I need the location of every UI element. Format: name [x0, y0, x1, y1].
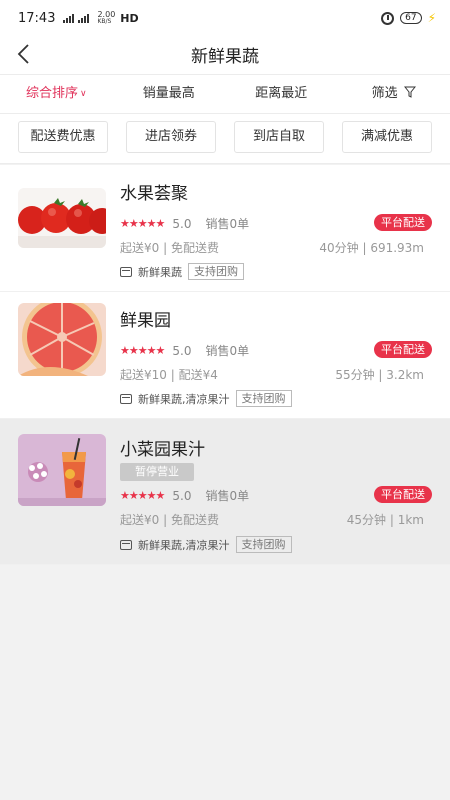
- shop-name: 小菜园果汁: [120, 440, 205, 460]
- delivery-fees: 起送¥0 | 免配送费: [120, 241, 219, 255]
- group-buy-tag: 支持团购: [235, 536, 292, 553]
- delivery-badge: 平台配送: [374, 214, 432, 231]
- delivery-badge: 平台配送: [374, 341, 432, 358]
- chip-self-pickup[interactable]: 到店自取: [234, 121, 324, 153]
- shop-image-grapefruit: [18, 303, 106, 376]
- shop-rating-row: ★ ★ ★ ★ ★ 5.0 销售0单: [120, 487, 249, 504]
- eta-distance: 55分钟 | 3.2km: [335, 368, 424, 382]
- hd-indicator: HD: [120, 11, 139, 25]
- shop-card[interactable]: 鲜果园 ★ ★ ★ ★ ★ 5.0 销售0单 平台配送 起送¥10 | 配送¥4 55分…: [0, 292, 450, 419]
- battery-icon: 67: [400, 12, 422, 24]
- store-icon: [120, 393, 132, 404]
- shop-category: 新鲜果蔬: [138, 265, 182, 279]
- shop-category-row: 新鲜果蔬 支持团购: [120, 263, 244, 280]
- tab-filter[interactable]: 筛选: [338, 75, 450, 113]
- shop-list: 水果荟聚 ★ ★ ★ ★ ★ 5.0 销售0单 平台配送 起送¥0 | 免配送费 40分…: [0, 165, 450, 565]
- shop-category: 新鲜果蔬,清凉果汁: [138, 538, 230, 552]
- eta-distance: 40分钟 | 691.93m: [319, 241, 424, 255]
- sales-count: 销售0单: [205, 489, 250, 503]
- chip-delivery-discount[interactable]: 配送费优惠: [18, 121, 108, 153]
- status-bar: 17:43 2.00 KB/S HD 67 ⚡: [0, 0, 450, 36]
- page-title: 新鲜果蔬: [191, 47, 259, 67]
- chip-store-coupon[interactable]: 进店领券: [126, 121, 216, 153]
- star-rating-icon: ★ ★ ★ ★ ★: [120, 344, 165, 357]
- filter-chips: 配送费优惠 进店领券 到店自取 满减优惠: [0, 114, 450, 164]
- nav-header: 新鲜果蔬: [0, 36, 450, 74]
- sales-count: 销售0单: [205, 217, 250, 231]
- rating-score: 5.0: [172, 343, 192, 358]
- eta-distance: 45分钟 | 1km: [346, 513, 424, 527]
- closed-status-badge: 暂停营业: [120, 463, 194, 481]
- signal-icon: [63, 13, 75, 23]
- rating-score: 5.0: [172, 216, 192, 231]
- shop-card[interactable]: 小菜园果汁 暂停营业 ★ ★ ★ ★ ★ 5.0 销售0单 平台配送 起送¥0 | 免配…: [0, 419, 450, 565]
- group-buy-tag: 支持团购: [235, 390, 292, 407]
- alarm-icon: [381, 11, 395, 25]
- chevron-down-icon: ∨: [79, 89, 87, 99]
- shop-rating-row: ★ ★ ★ ★ ★ 5.0 销售0单: [120, 342, 249, 359]
- signal-icon-2: [78, 13, 90, 23]
- store-icon: [120, 539, 132, 550]
- shop-fees-row: 起送¥10 | 配送¥4 55分钟 | 3.2km: [120, 366, 424, 383]
- shop-category-row: 新鲜果蔬,清凉果汁 支持团购: [120, 390, 292, 407]
- shop-rating-row: ★ ★ ★ ★ ★ 5.0 销售0单: [120, 215, 249, 232]
- shop-category: 新鲜果蔬,清凉果汁: [138, 392, 230, 406]
- shop-fees-row: 起送¥0 | 免配送费 45分钟 | 1km: [120, 511, 424, 528]
- tab-comprehensive-sort[interactable]: 综合排序 ∨: [0, 75, 113, 113]
- chip-full-reduction[interactable]: 满减优惠: [342, 121, 432, 153]
- sales-count: 销售0单: [205, 344, 250, 358]
- shop-category-row: 新鲜果蔬,清凉果汁 支持团购: [120, 536, 292, 553]
- shop-fees-row: 起送¥0 | 免配送费 40分钟 | 691.93m: [120, 239, 424, 256]
- status-time: 17:43: [18, 10, 56, 26]
- tab-nearest[interactable]: 距离最近: [225, 75, 338, 113]
- delivery-fees: 起送¥10 | 配送¥4: [120, 368, 218, 382]
- sort-bar: 综合排序 ∨ 销量最高 距离最近 筛选: [0, 74, 450, 114]
- shop-image-juice: [18, 434, 106, 506]
- rating-score: 5.0: [172, 488, 192, 503]
- net-speed: 2.00 KB/S: [97, 10, 116, 25]
- filter-icon: [403, 86, 416, 98]
- shop-card[interactable]: 水果荟聚 ★ ★ ★ ★ ★ 5.0 销售0单 平台配送 起送¥0 | 免配送费 40分…: [0, 165, 450, 292]
- shop-image-tomatoes: [18, 188, 106, 248]
- charging-icon: ⚡: [427, 11, 436, 25]
- store-icon: [120, 266, 132, 277]
- shop-name: 鲜果园: [120, 311, 171, 331]
- shop-name: 水果荟聚: [120, 184, 188, 204]
- group-buy-tag: 支持团购: [188, 263, 244, 280]
- delivery-fees: 起送¥0 | 免配送费: [120, 513, 219, 527]
- tab-top-sales[interactable]: 销量最高: [113, 75, 226, 113]
- star-rating-icon: ★ ★ ★ ★ ★: [120, 489, 165, 502]
- star-rating-icon: ★ ★ ★ ★ ★: [120, 217, 165, 230]
- delivery-badge: 平台配送: [374, 486, 432, 503]
